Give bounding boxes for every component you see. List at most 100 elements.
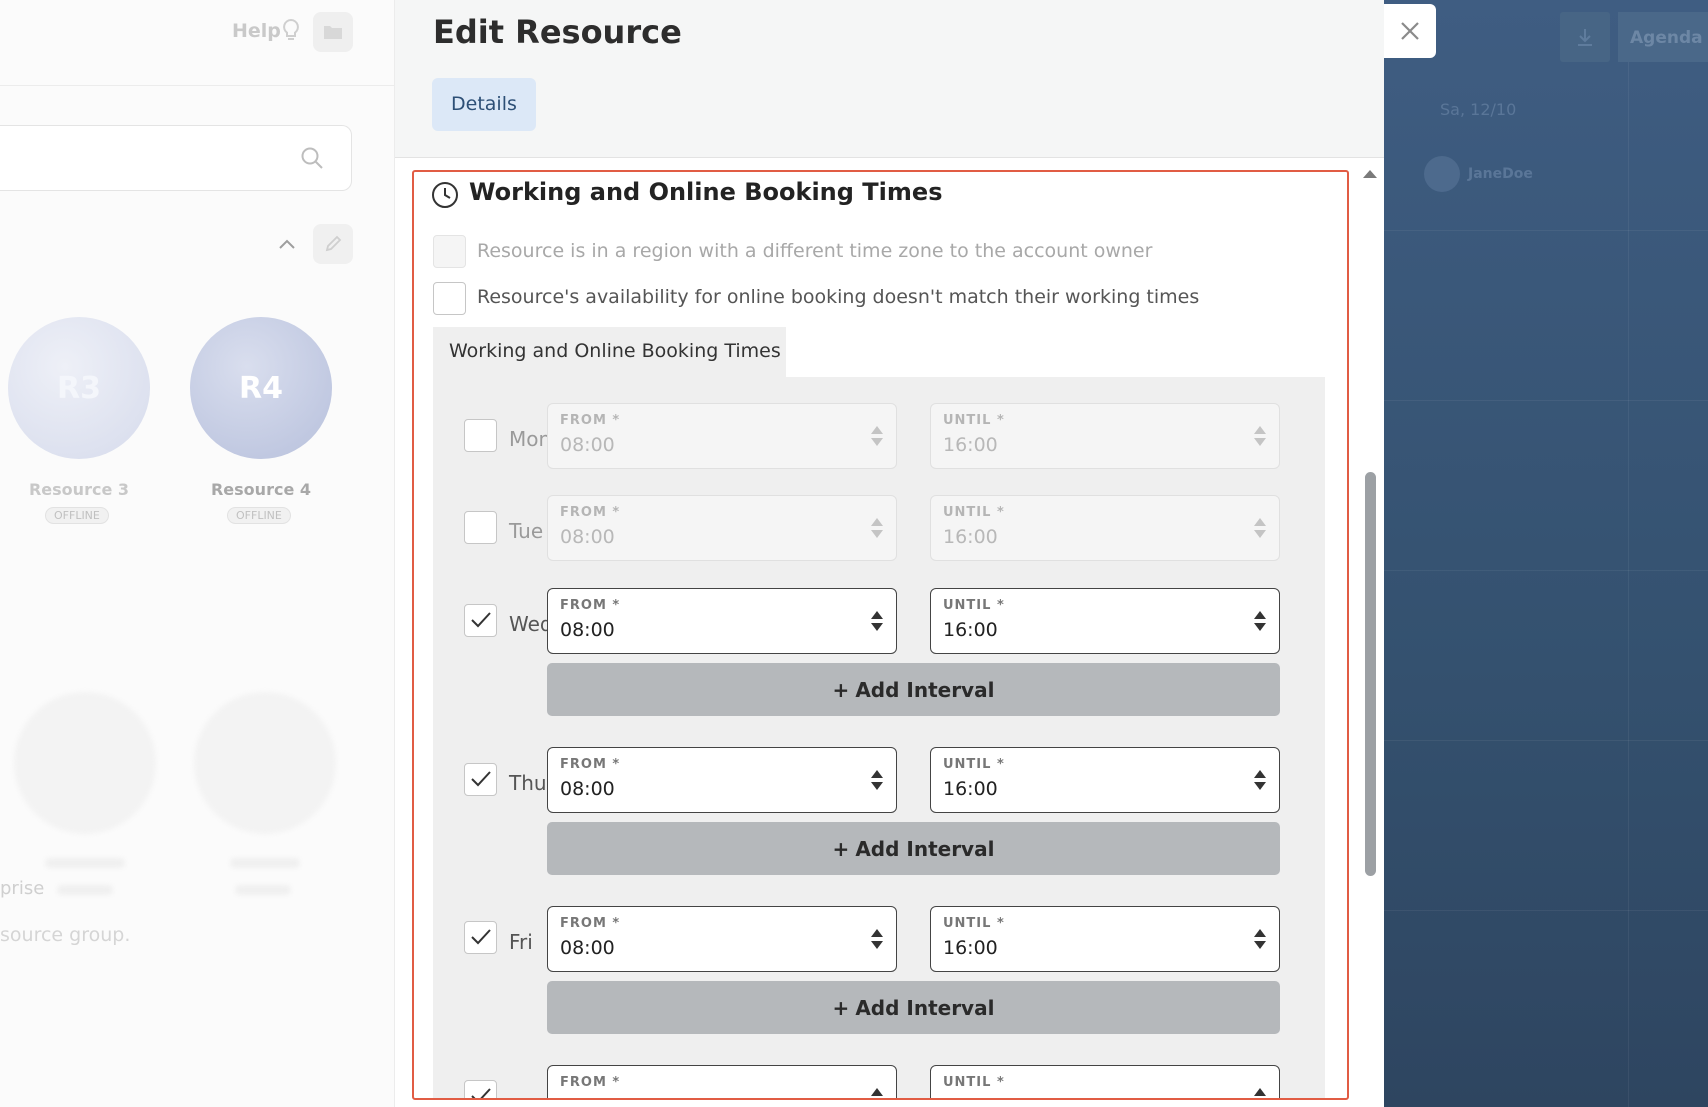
resource-3-avatar[interactable]: R3	[8, 317, 150, 459]
from-label: FROM *	[560, 1075, 621, 1090]
until-time-fri[interactable]: UNTIL * 16:00	[930, 906, 1280, 972]
resource-4-avatar[interactable]: R4	[190, 317, 332, 459]
grid-line	[1384, 230, 1708, 231]
clock-icon	[432, 182, 458, 208]
avatar	[1424, 156, 1460, 192]
status-badge: OFFLINE	[45, 507, 109, 524]
from-label: FROM *	[560, 413, 621, 428]
from-time-sat[interactable]: FROM *	[547, 1065, 897, 1100]
until-time-tue[interactable]: UNTIL * 16:00	[930, 495, 1280, 561]
until-time-wed[interactable]: UNTIL * 16:00	[930, 588, 1280, 654]
blurred-badge	[57, 885, 113, 895]
day-checkbox-fri[interactable]	[464, 921, 497, 954]
until-label: UNTIL *	[943, 505, 1005, 520]
scrollbar-thumb[interactable]	[1365, 472, 1376, 876]
search-input[interactable]	[0, 125, 352, 191]
until-label: UNTIL *	[943, 1075, 1005, 1090]
checkmark-icon	[471, 612, 491, 628]
from-value: 08:00	[560, 526, 615, 548]
date-label: Sa, 12/10	[1440, 100, 1517, 119]
spinner-icon[interactable]	[1253, 516, 1267, 540]
edit-group-button[interactable]	[313, 224, 353, 264]
until-value: 16:00	[943, 778, 998, 800]
day-label-fri: Fri	[509, 930, 533, 954]
until-time-mon[interactable]: UNTIL * 16:00	[930, 403, 1280, 469]
blurred-avatar	[14, 692, 156, 834]
plus-icon: +	[832, 836, 850, 861]
from-label: FROM *	[560, 916, 621, 931]
add-interval-button-wed[interactable]: + Add Interval	[547, 663, 1280, 716]
until-value: 16:00	[943, 434, 998, 456]
folder-button[interactable]	[313, 12, 353, 52]
truncated-text: source group.	[0, 924, 131, 946]
spinner-icon[interactable]	[870, 516, 884, 540]
from-value: 08:00	[560, 778, 615, 800]
grid-line	[1384, 570, 1708, 571]
download-button[interactable]	[1560, 12, 1610, 62]
modal-title: Edit Resource	[433, 13, 682, 51]
from-time-tue[interactable]: FROM * 08:00	[547, 495, 897, 561]
from-time-mon[interactable]: FROM * 08:00	[547, 403, 897, 469]
edit-resource-modal: Edit Resource Details Working and Online…	[395, 0, 1384, 1107]
download-icon	[1578, 29, 1592, 46]
until-time-thu[interactable]: UNTIL * 16:00	[930, 747, 1280, 813]
day-label-tue: Tue	[509, 519, 544, 543]
blurred-avatar	[194, 692, 336, 834]
add-interval-button-thu[interactable]: + Add Interval	[547, 822, 1280, 875]
day-checkbox-thu[interactable]	[464, 763, 497, 796]
add-interval-label: Add Interval	[855, 836, 995, 861]
until-value: 16:00	[943, 619, 998, 641]
add-interval-button-fri[interactable]: + Add Interval	[547, 981, 1280, 1034]
folder-icon	[324, 26, 342, 39]
tab-working-booking-times[interactable]: Working and Online Booking Times	[433, 327, 786, 377]
spinner-icon[interactable]	[1253, 1086, 1267, 1100]
spinner-icon[interactable]	[870, 1086, 884, 1100]
spinner-icon[interactable]	[870, 768, 884, 792]
spinner-icon[interactable]	[870, 927, 884, 951]
from-time-fri[interactable]: FROM * 08:00	[547, 906, 897, 972]
tab-details[interactable]: Details	[432, 78, 536, 131]
page: Help R3 R4 Resource 3 Resource 4 OFFLINE…	[0, 0, 1708, 1107]
plus-icon: +	[832, 677, 850, 702]
online-booking-mismatch-label: Resource's availability for online booki…	[477, 286, 1200, 308]
day-checkbox-mon[interactable]	[464, 419, 497, 452]
scroll-up-arrow-icon[interactable]	[1362, 169, 1378, 179]
until-label: UNTIL *	[943, 598, 1005, 613]
until-time-sat[interactable]: UNTIL *	[930, 1065, 1280, 1100]
spinner-icon[interactable]	[1253, 609, 1267, 633]
from-value: 08:00	[560, 619, 615, 641]
add-interval-label: Add Interval	[855, 995, 995, 1020]
search-icon	[301, 147, 323, 169]
agenda-button[interactable]: Agenda	[1618, 12, 1708, 62]
resource-3-name: Resource 3	[28, 480, 129, 499]
spinner-icon[interactable]	[870, 424, 884, 448]
day-checkbox-wed[interactable]	[464, 604, 497, 637]
until-value: 16:00	[943, 526, 998, 548]
from-time-thu[interactable]: FROM * 08:00	[547, 747, 897, 813]
pencil-icon	[325, 235, 342, 252]
grid-line	[1384, 910, 1708, 911]
until-label: UNTIL *	[943, 413, 1005, 428]
spinner-icon[interactable]	[870, 609, 884, 633]
online-booking-mismatch-checkbox[interactable]	[433, 282, 466, 315]
from-time-wed[interactable]: FROM * 08:00	[547, 588, 897, 654]
from-value: 08:00	[560, 937, 615, 959]
timezone-checkbox[interactable]	[433, 235, 466, 268]
resource-4-name: Resource 4	[210, 480, 311, 499]
day-checkbox-sat[interactable]	[464, 1080, 497, 1098]
schedule-panel: Mon FROM * 08:00 - UNTIL * 16:00 Tue FRO…	[433, 377, 1325, 1100]
section-title: Working and Online Booking Times	[469, 178, 943, 206]
left-header: Help	[0, 0, 395, 86]
lightbulb-icon[interactable]	[281, 18, 301, 44]
help-link[interactable]: Help	[232, 20, 281, 42]
add-interval-label: Add Interval	[855, 677, 995, 702]
spinner-icon[interactable]	[1253, 424, 1267, 448]
working-times-section: Working and Online Booking Times Resourc…	[412, 170, 1349, 1100]
spinner-icon[interactable]	[1253, 768, 1267, 792]
modal-header: Edit Resource Details	[395, 0, 1384, 158]
day-checkbox-tue[interactable]	[464, 511, 497, 544]
spinner-icon[interactable]	[1253, 927, 1267, 951]
checkmark-icon	[471, 771, 491, 787]
chevron-up-icon[interactable]	[278, 238, 296, 250]
close-button[interactable]	[1384, 4, 1436, 58]
